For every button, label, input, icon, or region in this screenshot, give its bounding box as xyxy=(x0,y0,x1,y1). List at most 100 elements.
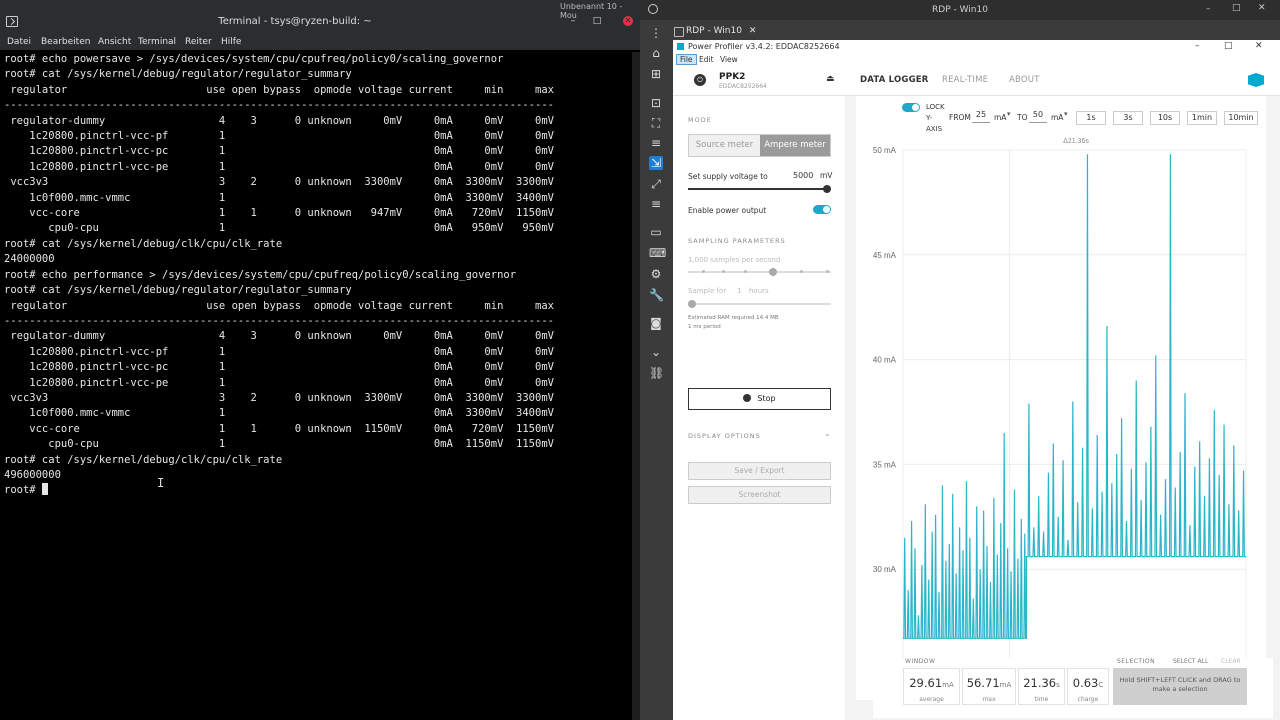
current-chart[interactable]: 50 mA45 mA40 mA35 mA30 mA25 mAΔ21.36sΔ21… xyxy=(856,96,1266,700)
supply-voltage-slider[interactable] xyxy=(688,185,831,193)
menu-hilfe[interactable]: Hilfe xyxy=(221,37,241,47)
save-export-button[interactable]: Save / Export xyxy=(688,462,831,480)
max-number: 56.71 xyxy=(966,676,1000,690)
menu-bearbeiten[interactable]: Bearbeiten xyxy=(41,37,90,47)
selection-label: SELECTION xyxy=(1117,658,1156,665)
menu-view[interactable]: View xyxy=(720,55,738,64)
mode-toggle: Source meter Ampere meter xyxy=(688,134,831,157)
menu-terminal[interactable]: Terminal xyxy=(138,37,176,47)
terminal-line: ----------------------------------------… xyxy=(4,99,554,112)
terminal-line: 1c20800.pinctrl-vcc-pe 1 0mA 0mV 0mV xyxy=(4,160,554,173)
fullscreen-icon[interactable]: ⛶ xyxy=(649,116,663,130)
app-minimize-icon[interactable]: – xyxy=(1195,41,1200,51)
stop-label: Stop xyxy=(757,394,776,403)
supply-voltage-unit: mV xyxy=(820,171,833,180)
terminal-line: root# cat /sys/kernel/debug/regulator/re… xyxy=(4,68,352,81)
resize-icon[interactable]: ⤢ xyxy=(649,177,663,191)
terminal-line: vcc3v3 3 2 0 unknown 3300mV 0mA 3300mV 3… xyxy=(4,391,554,404)
terminal-line: cpu0-cpu 1 0mA 1150mV 1150mV xyxy=(4,438,554,451)
nordic-brand-icon xyxy=(1248,73,1264,87)
select-all-button[interactable]: SELECT ALL xyxy=(1173,658,1208,665)
menu-edit[interactable]: Edit xyxy=(699,55,714,64)
rdp-sidebar: ⋮ ⌂ ⊞ ⊡ ⛶ ≡ ⇲ ⤢ ≡ ▭ ⌨ ⚙ 🔧 ◙ ⌄ ⛓ xyxy=(640,20,672,720)
charge-unit: C xyxy=(1098,681,1104,689)
camera-icon[interactable]: ◙ xyxy=(649,316,663,330)
terminal-line: vcc3v3 3 2 0 unknown 3300mV 0mA 3300mV 3… xyxy=(4,176,554,189)
terminal-scrollbar[interactable] xyxy=(632,52,640,720)
samples-slider-knob[interactable] xyxy=(769,268,777,276)
home-icon[interactable]: ⌂ xyxy=(649,46,663,60)
clear-button[interactable]: CLEAR xyxy=(1221,658,1241,665)
samples-per-second-label: 1,000 samples per second xyxy=(688,256,781,264)
power-output-toggle[interactable] xyxy=(813,205,831,214)
menu-ansicht[interactable]: Ansicht xyxy=(98,37,131,47)
more-vertical-icon[interactable]: ⋮ xyxy=(649,26,663,40)
stop-icon xyxy=(743,394,752,402)
app-titlebar[interactable]: Power Profiler v3.4.2: EDDAC8252664 – □ … xyxy=(673,40,1280,54)
sample-for-label: Sample for xyxy=(688,287,727,295)
app-close-icon[interactable]: ✕ xyxy=(1255,41,1263,51)
text-cursor xyxy=(41,483,48,496)
keyboard-icon[interactable]: ⌨ xyxy=(649,246,666,260)
app-maximize-icon[interactable]: □ xyxy=(1224,41,1233,51)
app-header: ⏻ PPK2 EDDAC8252664 ⏏ DATA LOGGER REAL-T… xyxy=(673,66,1280,96)
terminal-output[interactable]: root# echo powersave > /sys/devices/syst… xyxy=(0,52,632,720)
rdp-tab-close-icon[interactable]: ✕ xyxy=(749,26,757,36)
display-options-chevron-icon[interactable]: ⌄ xyxy=(824,429,831,438)
stop-button[interactable]: Stop xyxy=(688,388,831,410)
tab-data-logger[interactable]: DATA LOGGER xyxy=(860,75,929,85)
rdp-minimize-icon[interactable]: – xyxy=(1206,4,1211,14)
source-meter-button[interactable]: Source meter xyxy=(689,135,760,156)
samples-slider-dot xyxy=(722,270,725,273)
terminal-title: Terminal - tsys@ryzen-build: ~ xyxy=(218,16,372,27)
menu-lines-icon[interactable]: ≡ xyxy=(649,136,663,150)
screen-capture-icon[interactable]: ⊡ xyxy=(649,96,663,110)
stat-time-label: time xyxy=(1034,696,1049,703)
supply-voltage-slider-knob[interactable] xyxy=(823,185,831,193)
samples-slider[interactable] xyxy=(688,268,831,276)
chevron-down-icon[interactable]: ⌄ xyxy=(649,345,663,359)
stat-average-value: 29.61mA xyxy=(904,676,959,690)
nordic-logo-icon xyxy=(677,43,684,50)
menu-reiter[interactable]: Reiter xyxy=(185,37,212,47)
supply-voltage-value[interactable]: 5000 xyxy=(793,171,813,180)
rdp-tab[interactable]: RDP - Win10 ✕ xyxy=(670,23,765,39)
disconnect-link-icon[interactable]: ⛓ xyxy=(649,366,664,380)
screenshot-button[interactable]: Screenshot xyxy=(688,486,831,504)
sample-for-unit: hours xyxy=(749,287,769,295)
device-name[interactable]: PPK2 xyxy=(719,72,745,82)
y-tick-label: 50 mA xyxy=(873,146,897,155)
terminal-line: vcc-core 1 1 0 unknown 1150mV 0mA 720mV … xyxy=(4,422,554,435)
tab-real-time[interactable]: REAL-TIME xyxy=(942,75,988,85)
sample-for-value[interactable]: 1 xyxy=(737,287,741,295)
rdp-titlebar[interactable]: RDP - Win10 – □ ✕ xyxy=(640,0,1280,20)
terminal-lines: root# echo powersave > /sys/devices/syst… xyxy=(4,52,632,483)
ampere-meter-button[interactable]: Ampere meter xyxy=(760,135,830,156)
sample-duration-slider-knob[interactable] xyxy=(688,300,696,308)
tab-about[interactable]: ABOUT xyxy=(1009,75,1040,85)
terminal-line: root# cat /sys/kernel/debug/clk/cpu/clk_… xyxy=(4,453,283,466)
stat-charge: 0.63C charge xyxy=(1067,668,1109,705)
add-connection-icon[interactable]: ⊞ xyxy=(649,67,663,81)
wrench-icon[interactable]: 🔧 xyxy=(649,288,664,302)
window-icon[interactable]: ▭ xyxy=(649,225,663,239)
terminal-titlebar[interactable]: Terminal - tsys@ryzen-build: ~ – □ ✕ Unb… xyxy=(0,0,640,34)
list-icon[interactable]: ≡ xyxy=(649,197,663,211)
samples-slider-dot xyxy=(826,270,829,273)
device-power-icon[interactable]: ⏻ xyxy=(694,74,706,86)
sample-duration-slider[interactable] xyxy=(688,300,831,308)
samples-slider-dot xyxy=(744,270,747,273)
display-options-label[interactable]: DISPLAY OPTIONS xyxy=(688,432,761,440)
rdp-maximize-icon[interactable]: □ xyxy=(1232,3,1241,13)
settings-gear-icon[interactable]: ⚙ xyxy=(649,267,663,281)
terminal-line: 1c20800.pinctrl-vcc-pf 1 0mA 0mV 0mV xyxy=(4,345,554,358)
terminal-line: regulator use open bypass opmode voltage… xyxy=(4,83,554,96)
app-title: Power Profiler v3.4.2: EDDAC8252664 xyxy=(688,42,840,51)
scale-view-icon[interactable]: ⇲ xyxy=(649,156,663,170)
stat-charge-value: 0.63C xyxy=(1068,676,1108,690)
rdp-close-icon[interactable]: ✕ xyxy=(1258,3,1266,13)
menu-file[interactable]: File xyxy=(676,54,697,65)
y-tick-label: 35 mA xyxy=(873,460,897,469)
menu-datei[interactable]: Datei xyxy=(7,37,31,47)
eject-icon[interactable]: ⏏ xyxy=(826,74,835,84)
